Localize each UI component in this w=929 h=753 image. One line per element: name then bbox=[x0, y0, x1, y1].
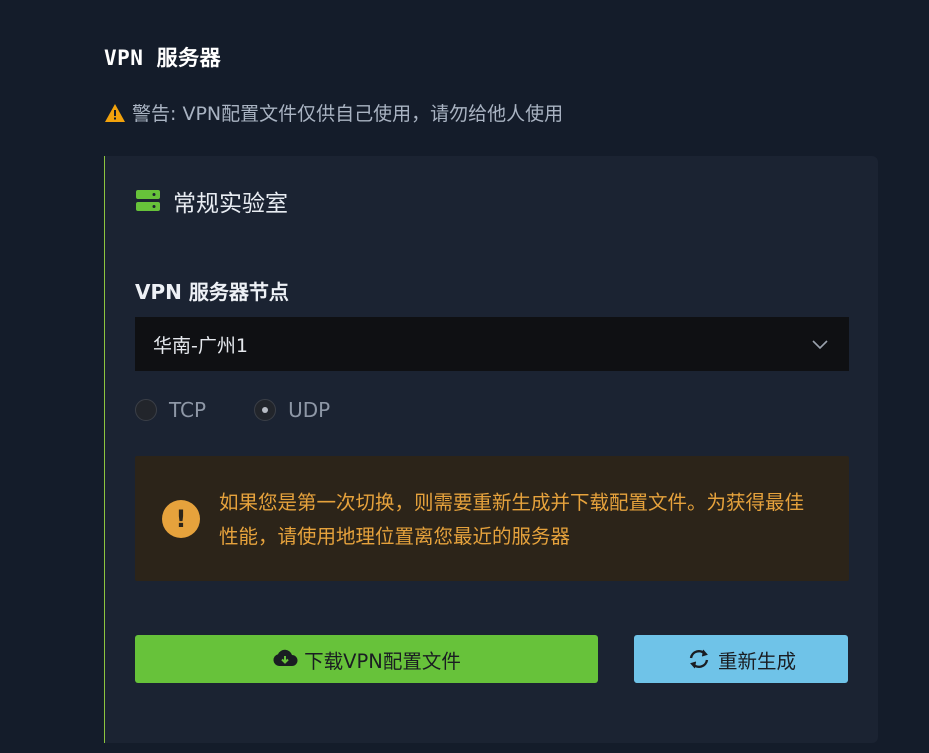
regenerate-button[interactable]: 重新生成 bbox=[634, 635, 848, 683]
card-title: 常规实验室 bbox=[173, 191, 288, 217]
radio-label-udp: UDP bbox=[288, 398, 331, 422]
server-icon bbox=[136, 190, 160, 211]
regenerate-label: 重新生成 bbox=[717, 649, 796, 673]
warning-triangle-icon bbox=[105, 103, 125, 122]
server-node-label: VPN 服务器节点 bbox=[135, 280, 289, 304]
protocol-option-tcp[interactable]: TCP bbox=[135, 398, 206, 422]
cloud-download-icon bbox=[273, 649, 298, 666]
warning-text: 警告: VPN配置文件仅供自己使用，请勿给他人使用 bbox=[132, 103, 564, 125]
radio-tcp[interactable] bbox=[135, 399, 157, 421]
notice-text: 如果您是第一次切换，则需要重新生成并下载配置文件。为获得最佳性能，请使用地理位置… bbox=[219, 491, 805, 548]
page-title: VPN 服务器 bbox=[104, 46, 222, 70]
protocol-radio-group: TCP UDP bbox=[135, 398, 378, 422]
protocol-option-udp[interactable]: UDP bbox=[254, 398, 330, 422]
radio-label-tcp: TCP bbox=[169, 398, 207, 422]
download-config-label: 下载VPN配置文件 bbox=[304, 649, 461, 673]
card-header: 常规实验室 bbox=[135, 184, 288, 218]
exclamation-circle-icon: ! bbox=[162, 500, 200, 538]
download-config-button[interactable]: 下载VPN配置文件 bbox=[135, 635, 598, 683]
refresh-icon bbox=[689, 649, 709, 669]
server-node-value: 华南-广州1 bbox=[153, 334, 248, 357]
warning-message: 警告: VPN配置文件仅供自己使用，请勿给他人使用 bbox=[104, 99, 563, 126]
radio-udp[interactable] bbox=[254, 399, 277, 421]
notice-box: ! 如果您是第一次切换，则需要重新生成并下载配置文件。为获得最佳性能，请使用地理… bbox=[135, 456, 849, 581]
lab-card: 常规实验室 VPN 服务器节点 华南-广州1 TCP UDP ! 如果您是第一次… bbox=[104, 156, 878, 743]
chevron-down-icon bbox=[812, 340, 828, 350]
server-node-select[interactable]: 华南-广州1 bbox=[135, 317, 849, 371]
